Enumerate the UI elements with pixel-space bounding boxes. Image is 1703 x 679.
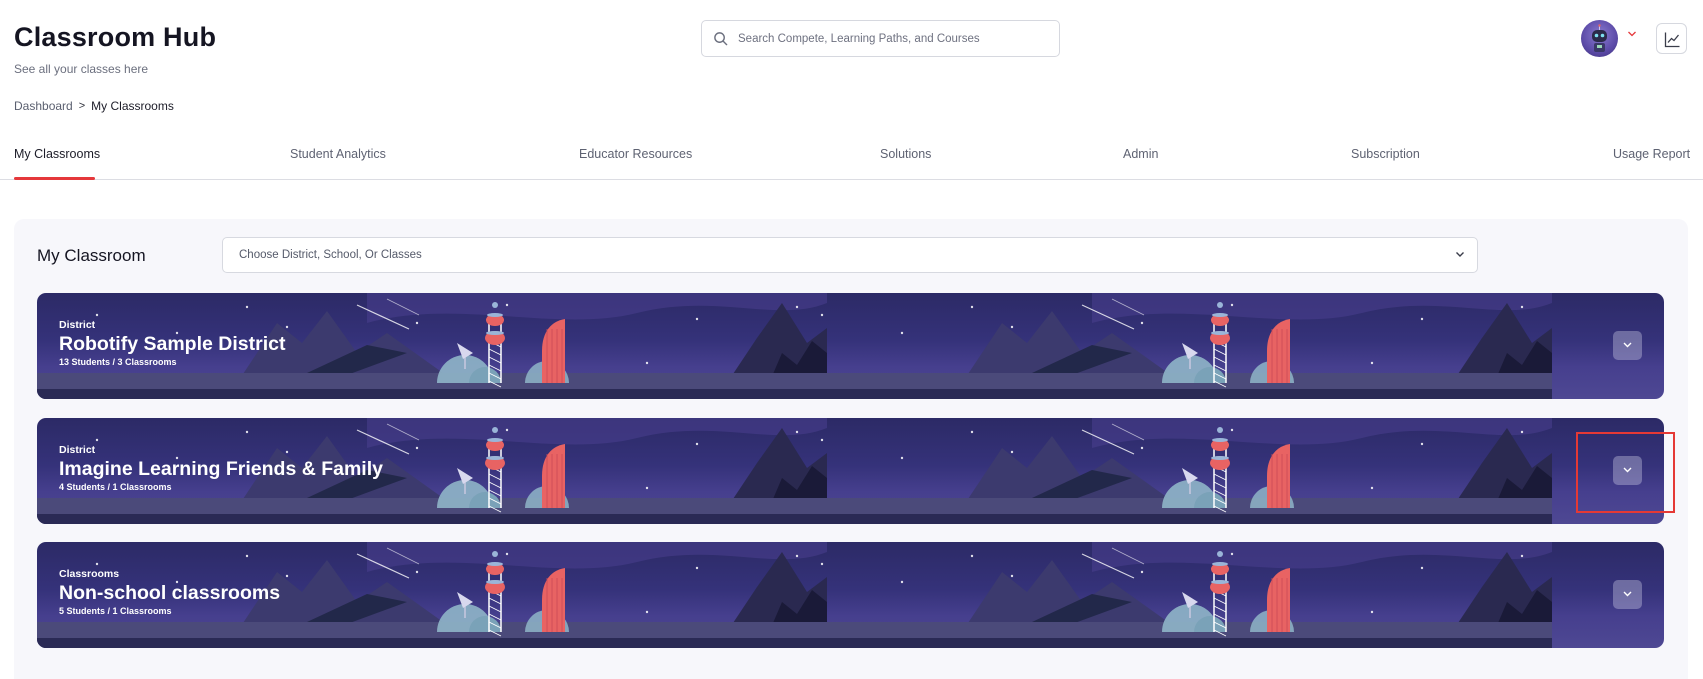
main-tabs: My Classrooms Student Analytics Educator… xyxy=(0,136,1703,180)
search-input[interactable] xyxy=(738,21,1053,56)
tab-educator-resources[interactable]: Educator Resources xyxy=(579,147,692,161)
highlight-annotation xyxy=(1576,432,1675,513)
group-banner[interactable]: District Imagine Learning Friends & Fami… xyxy=(37,418,1664,524)
breadcrumb-dashboard[interactable]: Dashboard xyxy=(14,99,73,113)
section-title: My Classroom xyxy=(37,246,146,265)
page-subtitle: See all your classes here xyxy=(14,62,149,76)
chevron-down-icon xyxy=(1623,591,1632,597)
breadcrumb: Dashboard > My Classrooms xyxy=(14,99,174,113)
group-counts: 5 Students / 1 Classrooms xyxy=(59,606,172,616)
tab-my-classrooms[interactable]: My Classrooms xyxy=(14,147,100,161)
group-banner[interactable]: Classrooms Non-school classrooms 5 Stude… xyxy=(37,542,1664,648)
group-name: Robotify Sample District xyxy=(59,333,286,355)
tab-student-analytics[interactable]: Student Analytics xyxy=(290,147,386,161)
page-header: Classroom Hub See all your classes here xyxy=(0,0,1703,120)
robot-avatar-icon xyxy=(1592,24,1607,52)
tab-usage-report[interactable]: Usage Report xyxy=(1613,147,1690,161)
expand-button[interactable] xyxy=(1613,580,1642,609)
tab-subscription[interactable]: Subscription xyxy=(1351,147,1420,161)
my-classroom-panel: My Classroom Choose District, School, Or… xyxy=(14,219,1688,679)
chevron-down-icon[interactable] xyxy=(1627,30,1637,38)
tab-admin[interactable]: Admin xyxy=(1123,147,1158,161)
breadcrumb-separator: > xyxy=(78,100,86,112)
user-avatar[interactable] xyxy=(1581,20,1618,57)
space-scene-illustration xyxy=(37,542,1552,648)
group-banner[interactable]: District Robotify Sample District 13 Stu… xyxy=(37,293,1664,399)
breadcrumb-current: My Classrooms xyxy=(91,99,174,113)
search-bar[interactable] xyxy=(701,20,1060,57)
tab-solutions[interactable]: Solutions xyxy=(880,147,931,161)
chevron-down-icon xyxy=(1456,252,1464,257)
active-tab-indicator xyxy=(14,177,95,180)
chevron-down-icon xyxy=(1623,342,1632,348)
district-school-class-select[interactable]: Choose District, School, Or Classes xyxy=(222,237,1478,273)
classroom-hub-page: Classroom Hub See all your classes here xyxy=(0,0,1703,679)
select-placeholder: Choose District, School, Or Classes xyxy=(239,249,422,261)
line-chart-icon xyxy=(1664,32,1680,48)
group-type: Classrooms xyxy=(59,568,120,580)
group-type: District xyxy=(59,319,96,331)
group-name: Non-school classrooms xyxy=(59,582,281,604)
group-name: Imagine Learning Friends & Family xyxy=(59,458,383,480)
group-counts: 13 Students / 3 Classrooms xyxy=(59,357,177,367)
analytics-button[interactable] xyxy=(1656,23,1687,54)
search-icon xyxy=(714,32,728,46)
group-type: District xyxy=(59,444,96,456)
page-title: Classroom Hub xyxy=(14,22,217,52)
group-counts: 4 Students / 1 Classrooms xyxy=(59,482,172,492)
expand-button[interactable] xyxy=(1613,331,1642,360)
